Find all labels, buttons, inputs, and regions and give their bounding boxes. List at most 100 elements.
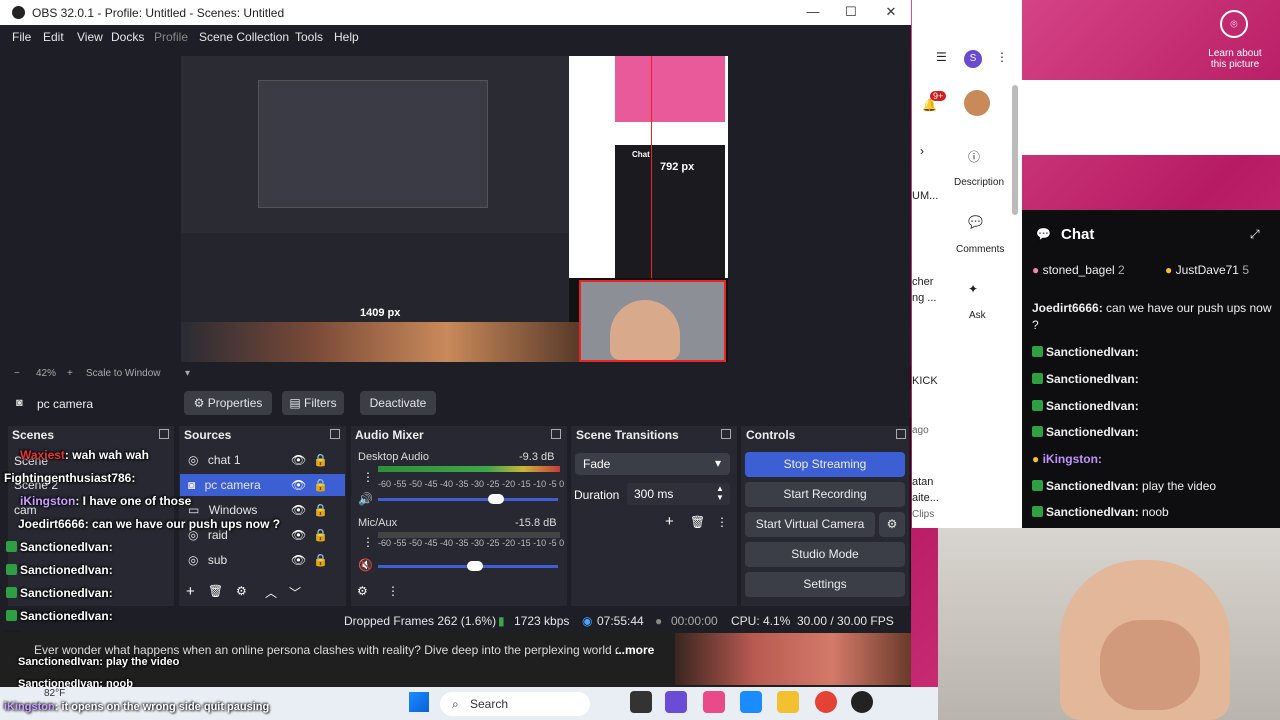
scenes-title: Scenes	[12, 428, 55, 442]
avatar[interactable]: S	[964, 50, 982, 68]
eye-icon[interactable]: 👁	[291, 553, 306, 567]
chevron-down-icon[interactable]: ▾	[185, 368, 190, 379]
edge-icon[interactable]	[740, 691, 762, 713]
eye-icon[interactable]: 👁	[291, 528, 306, 542]
trash-icon[interactable]: 🗑	[208, 584, 223, 598]
lock-icon[interactable]: 🔒	[313, 453, 328, 467]
settings-button[interactable]: Settings	[745, 572, 905, 597]
gear-icon: ⚙	[193, 396, 208, 410]
undock-icon[interactable]	[551, 429, 561, 439]
duration-input[interactable]: 300 ms ▲ ▼	[627, 483, 730, 505]
taskview-icon[interactable]	[630, 691, 652, 713]
obs-taskbar-icon[interactable]	[851, 691, 873, 713]
mic-volume-handle[interactable]	[467, 561, 483, 571]
mic-muted-icon[interactable]: 🔇	[358, 558, 373, 572]
menu-view[interactable]: View	[77, 30, 103, 44]
scale-mode[interactable]: Scale to Window	[86, 368, 160, 379]
stop-streaming-button[interactable]: Stop Streaming	[745, 452, 905, 477]
mic-scale: -60 -55 -50 -45 -40 -35 -30 -25 -20 -15 …	[378, 538, 565, 548]
menu-docks[interactable]: Docks	[111, 30, 144, 44]
deactivate-button[interactable]: Deactivate	[360, 391, 436, 415]
spin-icon[interactable]: ▲ ▼	[716, 484, 724, 502]
teams-icon[interactable]	[665, 691, 687, 713]
learn-about-picture[interactable]: Learn about this picture	[1205, 48, 1265, 70]
move-down-icon[interactable]: ﹀	[289, 584, 301, 601]
menu-dots-icon[interactable]: ⋮	[387, 584, 399, 598]
undock-icon[interactable]	[330, 429, 340, 439]
channel-avatar[interactable]	[964, 90, 990, 116]
start-recording-button[interactable]: Start Recording	[745, 482, 905, 507]
eye-icon[interactable]: 👁	[291, 453, 306, 467]
copilot-icon[interactable]	[703, 691, 725, 713]
explorer-icon[interactable]	[777, 691, 799, 713]
sparkle-icon[interactable]: ✦	[968, 282, 978, 296]
streamer-hand	[1100, 620, 1200, 710]
windows-start-icon[interactable]	[409, 692, 429, 712]
badge-icon	[6, 587, 17, 598]
mic-label: Mic/Aux	[358, 517, 398, 529]
trash-icon[interactable]: 🗑	[690, 515, 705, 529]
lens-icon[interactable]: ⌾	[1220, 10, 1248, 38]
menu-tools[interactable]: Tools	[295, 30, 323, 44]
menu-scene-collection[interactable]: Scene Collection	[199, 30, 289, 44]
popout-icon[interactable]: ⤢	[1250, 227, 1260, 242]
lock-icon[interactable]: 🔒	[313, 478, 328, 492]
lock-icon[interactable]: 🔒	[313, 503, 328, 517]
studio-mode-button[interactable]: Studio Mode	[745, 542, 905, 567]
gear-icon[interactable]: ⚙	[879, 512, 905, 537]
zoom-out-icon[interactable]: −	[14, 368, 20, 379]
overlay-chat-line: Waxiest: wah wah wah	[20, 448, 149, 462]
menu-dots-icon[interactable]: ⋮	[716, 515, 728, 529]
taskbar-search[interactable]: ⌕ Search	[440, 692, 590, 716]
badge-icon	[1032, 426, 1043, 437]
menu-dots-icon[interactable]: ⋮	[362, 470, 374, 484]
badge-icon: ●	[1032, 452, 1043, 466]
volume-icon[interactable]: 🔊	[358, 492, 373, 506]
ask-label[interactable]: Ask	[969, 310, 986, 321]
zoom-in-icon[interactable]: +	[67, 368, 73, 379]
description-label[interactable]: Description	[954, 177, 1004, 188]
gear-icon[interactable]: ⚙	[236, 584, 247, 598]
start-virtual-camera-button[interactable]: Start Virtual Camera	[745, 512, 875, 537]
add-source-icon[interactable]: +	[186, 583, 195, 600]
info-icon[interactable]: ⓘ	[968, 148, 980, 165]
add-transition-icon[interactable]: +	[665, 513, 674, 530]
menu-help[interactable]: Help	[334, 30, 359, 44]
audio-settings-icon[interactable]: ⚙	[357, 584, 368, 598]
eye-icon[interactable]: 👁	[291, 478, 306, 492]
chrome-icon[interactable]	[815, 691, 837, 713]
source-label: sub	[207, 553, 228, 567]
maximize-icon[interactable]: ☐	[843, 4, 859, 20]
menu-file[interactable]: File	[12, 30, 31, 44]
menu-edit[interactable]: Edit	[43, 30, 64, 44]
transition-select[interactable]: Fade ▾	[575, 453, 730, 475]
menu-dots-icon[interactable]: ⋮	[996, 50, 1008, 64]
minimize-icon[interactable]: —	[805, 4, 821, 20]
filters-button[interactable]: ▤ Filters	[282, 391, 344, 415]
undock-icon[interactable]	[159, 429, 169, 439]
comment-icon[interactable]: 💬	[968, 215, 983, 229]
move-up-icon[interactable]: ︿	[265, 584, 277, 601]
undock-icon[interactable]	[721, 429, 731, 439]
chat-source-label: Chat	[632, 150, 650, 159]
duration-label: Duration	[574, 488, 620, 502]
text-fragment: atan	[912, 476, 934, 488]
menu-profile[interactable]: Profile	[154, 30, 188, 44]
desktop-volume-slider[interactable]	[378, 498, 558, 501]
properties-button[interactable]: ⚙ Properties	[184, 391, 272, 415]
scrollbar[interactable]	[1012, 85, 1018, 215]
list-icon[interactable]: ☰	[936, 50, 947, 64]
comments-label[interactable]: Comments	[956, 244, 1004, 255]
chevron-right-icon[interactable]: ›	[920, 144, 924, 158]
close-icon[interactable]: ✕	[883, 4, 899, 20]
eye-icon[interactable]: 👁	[291, 503, 306, 517]
more-link[interactable]: ...more	[615, 643, 654, 657]
desktop-volume-handle[interactable]	[488, 494, 504, 504]
filters-label: Filters	[304, 396, 337, 410]
lock-icon[interactable]: 🔒	[313, 528, 328, 542]
source-label: pc camera	[204, 478, 261, 492]
cpu-usage: CPU: 4.1%	[731, 614, 791, 628]
menu-dots-icon[interactable]: ⋮	[362, 535, 374, 549]
undock-icon[interactable]	[896, 429, 906, 439]
lock-icon[interactable]: 🔒	[313, 553, 328, 567]
